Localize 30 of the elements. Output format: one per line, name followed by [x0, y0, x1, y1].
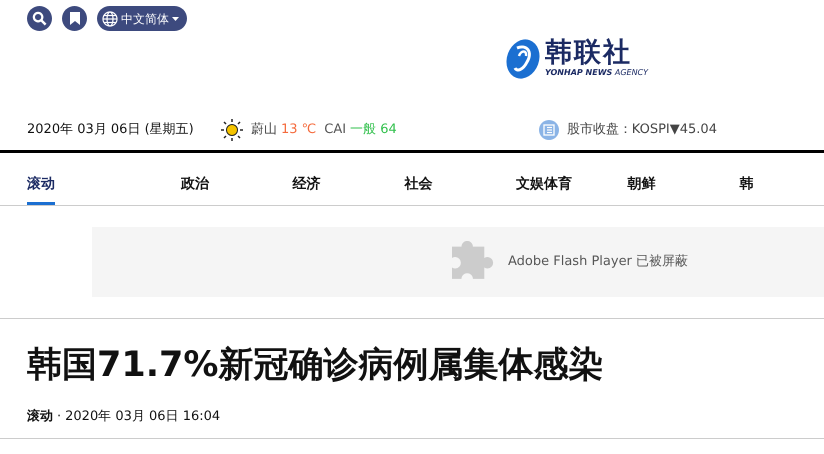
- date-text: 2020年 03月 06日 (星期五): [27, 121, 195, 140]
- logo-subtitle: YONHAP NEWS AGENCY: [545, 68, 648, 78]
- cai-label: CAI: [324, 121, 346, 140]
- bookmark-icon: [70, 12, 80, 25]
- temperature-text: 13 ℃: [281, 121, 316, 140]
- bookmark-button[interactable]: [62, 6, 87, 31]
- nav-tab[interactable]: 滚动: [27, 153, 55, 205]
- article-headline: 韩国71.7%新冠确诊病例属集体感染: [0, 318, 824, 389]
- nav-tab[interactable]: 文娱体育: [489, 153, 601, 205]
- city-text: 蔚山: [251, 121, 277, 140]
- nav-tab[interactable]: 社会: [377, 153, 490, 205]
- cai-value: 一般 64: [350, 121, 397, 140]
- caret-icon: [172, 16, 179, 20]
- logo-title: 韩联社: [545, 38, 633, 68]
- sun-icon: [221, 119, 243, 141]
- publish-time: 2020年 03月 06日 16:04: [65, 408, 220, 426]
- nav-tab[interactable]: 政治: [154, 153, 266, 205]
- language-dropdown[interactable]: 中文简体: [97, 6, 187, 31]
- list-icon: [538, 120, 559, 140]
- stock-ticker: 股市收盘：KOSPI▼45.04: [566, 121, 717, 140]
- nav-tab[interactable]: 经济: [266, 153, 378, 205]
- separator: ·: [57, 408, 62, 426]
- globe-icon: [102, 10, 118, 26]
- nav-tab[interactable]: 朝鲜: [600, 153, 712, 205]
- search-button[interactable]: [27, 6, 52, 31]
- search-icon: [32, 11, 47, 26]
- category-link[interactable]: 滚动: [27, 407, 53, 438]
- plugin-notice: Adobe Flash Player 已被屏蔽: [508, 253, 688, 272]
- nav-tab[interactable]: 韩: [712, 153, 824, 205]
- logo-icon: [505, 38, 541, 80]
